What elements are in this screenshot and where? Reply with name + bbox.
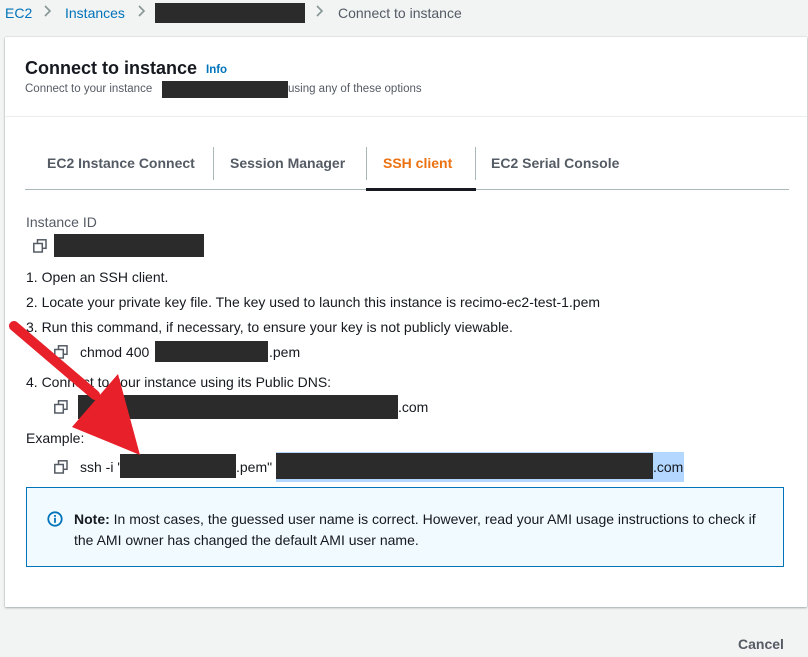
note-text: Note: In most cases, the guessed user na… (74, 509, 764, 551)
chevron-right-icon (315, 3, 325, 19)
step-2: 2. Locate your private key file. The key… (26, 294, 601, 310)
chmod-command-ext: .pem (269, 344, 301, 360)
breadcrumb-instances-link[interactable]: Instances (65, 5, 125, 21)
note-body: In most cases, the guessed user name is … (74, 511, 756, 548)
redacted-instance-name (162, 81, 288, 98)
step-4: 4. Connect to your instance using its Pu… (26, 374, 332, 390)
tab-label: Session Manager (230, 155, 346, 171)
redacted-instance-crumb[interactable] (155, 3, 305, 23)
panel-header: Connect to instance Info Connect to your… (5, 37, 807, 117)
step-3: 3. Run this command, if necessary, to en… (26, 319, 513, 335)
instance-id-label: Instance ID (26, 214, 97, 230)
ssh-host-suffix: .com (653, 459, 684, 475)
copy-icon[interactable] (54, 400, 68, 414)
info-circle-icon (47, 511, 63, 527)
page-title: Connect to instance (25, 58, 198, 78)
tab-label: EC2 Serial Console (491, 155, 620, 171)
connect-panel: Connect to instance Info Connect to your… (5, 37, 807, 607)
chevron-right-icon (137, 3, 147, 19)
tab-ssh-client[interactable]: SSH client (366, 137, 476, 191)
example-label: Example: (26, 430, 85, 446)
breadcrumb-current: Connect to instance (338, 5, 462, 21)
redacted-public-dns (78, 395, 398, 419)
tab-label: SSH client (383, 155, 453, 171)
tab-divider (475, 147, 476, 180)
redacted-key-in-ssh (120, 454, 236, 478)
chevron-right-icon (43, 3, 53, 19)
tab-label: EC2 Instance Connect (47, 155, 195, 171)
breadcrumb-ec2-link[interactable]: EC2 (5, 5, 32, 21)
subtitle-after: using any of these options (288, 83, 422, 95)
copy-icon[interactable] (33, 239, 47, 253)
public-dns-suffix: .com (398, 399, 429, 415)
breadcrumb: EC2 Instances Connect to instance (0, 0, 808, 26)
copy-icon[interactable] (54, 460, 68, 474)
redacted-ssh-host (276, 453, 653, 479)
subtitle-before: Connect to your instance (25, 83, 153, 95)
tab-divider (213, 147, 214, 180)
step-1: 1. Open an SSH client. (26, 269, 169, 285)
tab-ec2-serial-console[interactable]: EC2 Serial Console (491, 137, 631, 190)
connect-method-tabs: EC2 Instance Connect Session Manager SSH… (25, 137, 789, 191)
ssh-command-prefix: ssh -i " (80, 459, 123, 475)
cancel-button[interactable]: Cancel (738, 636, 784, 652)
info-link[interactable]: Info (206, 64, 227, 76)
note-bold: Note: (74, 511, 110, 527)
ssh-command-pem: .pem" (236, 459, 273, 475)
redacted-key-name (155, 341, 268, 362)
redacted-instance-id (54, 234, 204, 257)
copy-icon[interactable] (54, 345, 68, 359)
page-subtitle: Connect to your instance using any of th… (25, 81, 422, 98)
active-tab-underline (366, 188, 476, 191)
note-alert: Note: In most cases, the guessed user na… (26, 487, 784, 567)
tab-ec2-instance-connect[interactable]: EC2 Instance Connect (47, 137, 207, 190)
chmod-command: chmod 400 (80, 344, 150, 360)
tab-session-manager[interactable]: Session Manager (230, 137, 365, 190)
